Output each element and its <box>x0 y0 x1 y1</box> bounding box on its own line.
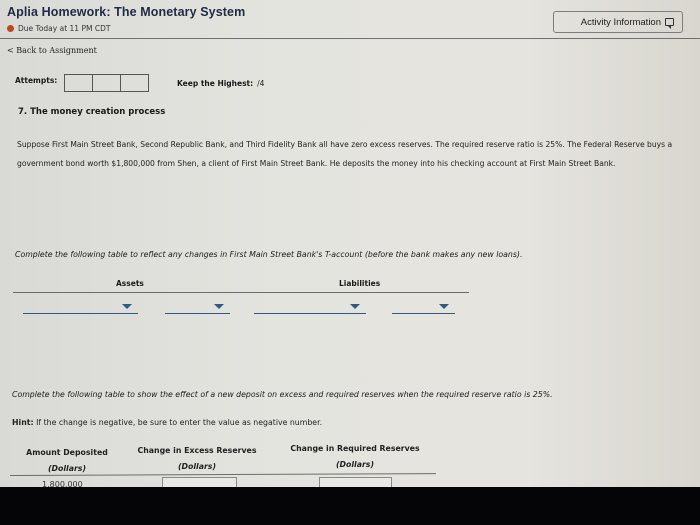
activity-information-button[interactable]: Activity Information <box>553 11 683 33</box>
chevron-down-icon <box>214 304 224 309</box>
column-header-amount-deposited: Amount Deposited <box>26 448 108 457</box>
attempts-label: Attempts: <box>15 76 58 85</box>
back-to-assignment-link[interactable]: < Back to Assignment <box>7 46 97 55</box>
activity-information-label: Activity Information <box>580 16 661 28</box>
assets-header: Assets <box>116 279 144 288</box>
hint-label: Hint: <box>12 418 34 427</box>
browser-screen: Aplia Homework: The Monetary System Due … <box>0 0 700 487</box>
column-unit-excess-reserves: (Dollars) <box>177 462 217 471</box>
keep-highest: Keep the Highest:/4 <box>177 79 264 88</box>
due-indicator-icon <box>7 25 14 32</box>
attempt-box <box>64 74 93 92</box>
attempts-indicator <box>64 74 149 92</box>
required-reserves-input[interactable] <box>319 477 392 487</box>
attempt-box <box>120 74 149 92</box>
amount-deposited-cell: 1,800,000 <box>42 480 83 487</box>
chevron-down-icon <box>350 304 360 309</box>
attempt-box <box>92 74 121 92</box>
hint-body: If the change is negative, be sure to en… <box>33 418 323 427</box>
hint-text: Hint: If the change is negative, be sure… <box>12 418 322 427</box>
assets-item-dropdown[interactable] <box>23 304 138 314</box>
chat-bubble-icon <box>665 18 674 29</box>
column-header-required-reserves: Change in Required Reserves <box>290 444 420 453</box>
page-header: Aplia Homework: The Monetary System Due … <box>0 0 700 39</box>
liabilities-item-dropdown[interactable] <box>254 304 366 314</box>
page-title: Aplia Homework: The Monetary System <box>7 5 246 19</box>
keep-highest-label: Keep the Highest: <box>177 79 254 88</box>
excess-reserves-input[interactable] <box>162 477 237 487</box>
question-title: 7. The money creation process <box>18 107 166 117</box>
column-unit-required-reserves: (Dollars) <box>335 460 375 469</box>
t-account-instruction: Complete the following table to reflect … <box>15 250 523 259</box>
reserves-table-divider <box>9 473 436 476</box>
question-paragraph: Suppose First Main Street Bank, Second R… <box>17 140 673 168</box>
laptop-bezel <box>0 487 700 525</box>
due-text: Due Today at 11 PM CDT <box>18 24 111 33</box>
chevron-down-icon <box>122 304 132 309</box>
column-header-excess-reserves: Change in Excess Reserves <box>137 446 257 455</box>
reserves-instruction: Complete the following table to show the… <box>12 390 553 399</box>
keep-highest-value: /4 <box>257 79 265 88</box>
liabilities-header: Liabilities <box>339 279 381 288</box>
column-unit-amount-deposited: (Dollars) <box>47 464 87 473</box>
liabilities-amount-dropdown[interactable] <box>392 304 455 314</box>
chevron-down-icon <box>439 304 449 309</box>
due-status: Due Today at 11 PM CDT <box>7 24 110 33</box>
t-account-divider <box>13 292 469 293</box>
assets-amount-dropdown[interactable] <box>165 304 230 314</box>
